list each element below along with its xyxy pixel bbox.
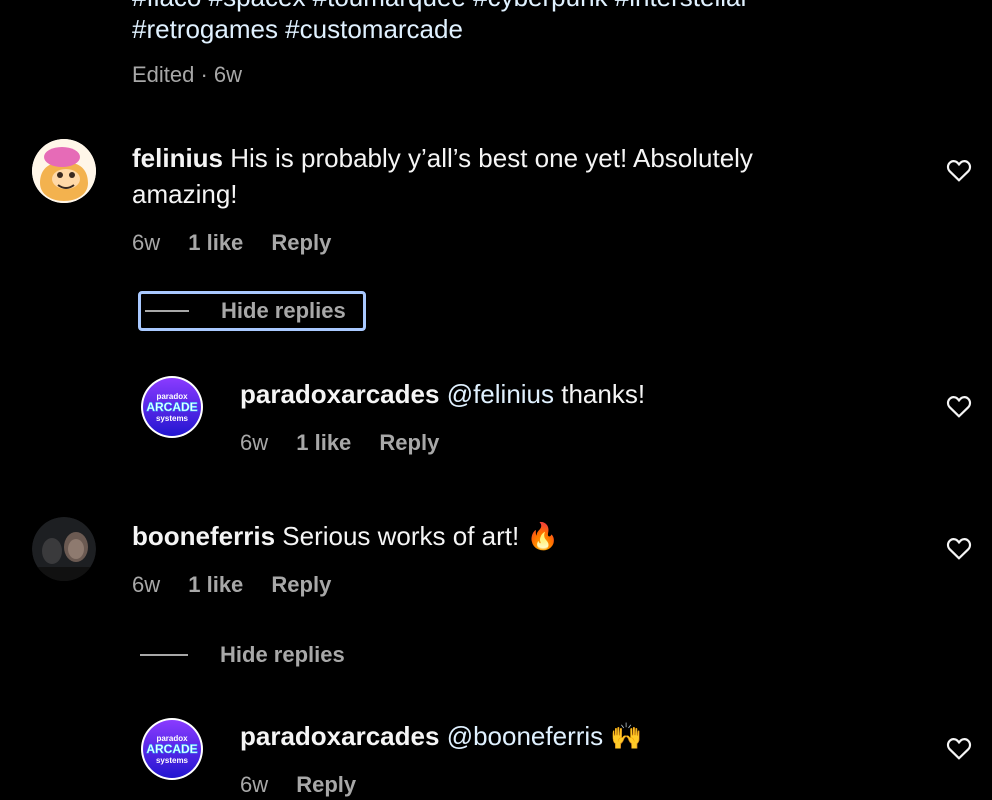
svg-text:systems: systems: [156, 756, 189, 765]
reply-button[interactable]: Reply: [271, 572, 331, 597]
comment-meta: 6w 1 like Reply: [132, 572, 353, 598]
reply-button[interactable]: Reply: [296, 772, 356, 797]
comment-text: Serious works of art!: [282, 521, 520, 551]
fire-emoji-icon: 🔥: [526, 521, 559, 551]
hashtags-text[interactable]: #retrogames #customarcade: [132, 14, 463, 44]
reply-meta: 6w Reply: [240, 772, 378, 798]
hide-replies-button[interactable]: Hide replies: [138, 291, 366, 331]
hide-replies-label: Hide replies: [221, 298, 346, 323]
avatar-felinius[interactable]: [32, 139, 96, 203]
comment-username[interactable]: felinius: [132, 143, 223, 173]
reply-paradoxarcades: paradoxarcades @felinius thanks!: [240, 376, 920, 412]
svg-text:ARCADE: ARCADE: [146, 742, 197, 756]
avatar-booneferris[interactable]: [32, 517, 96, 581]
like-heart-icon[interactable]: [946, 736, 972, 760]
comment-username[interactable]: booneferris: [132, 521, 275, 551]
comment-text: His is probably y’all’s best one yet! Ab…: [230, 143, 753, 173]
reply-paradoxarcades: paradoxarcades @booneferris 🙌: [240, 718, 920, 754]
comment-time: 6w: [132, 230, 161, 255]
reply-likes[interactable]: 1 like: [296, 430, 351, 455]
reply-text: thanks!: [561, 379, 646, 409]
reply-username[interactable]: paradoxarcades: [240, 379, 439, 409]
hide-replies-button[interactable]: Hide replies: [140, 641, 345, 669]
reply-meta: 6w 1 like Reply: [240, 430, 461, 456]
raised-hands-emoji-icon: 🙌: [610, 721, 643, 751]
paradox-arcade-logo: paradox ARCADE systems: [141, 718, 203, 780]
comment-booneferris: booneferris Serious works of art! 🔥: [132, 518, 912, 554]
caption-edited-meta: Edited · 6w: [132, 62, 243, 87]
mention-link[interactable]: @felinius: [447, 379, 554, 409]
comment-time: 6w: [132, 572, 161, 597]
like-heart-icon[interactable]: [946, 536, 972, 560]
like-heart-icon[interactable]: [946, 394, 972, 418]
photo-avatar-image: [32, 517, 96, 581]
reply-button[interactable]: Reply: [271, 230, 331, 255]
avatar-paradoxarcades[interactable]: paradox ARCADE systems: [140, 717, 204, 781]
svg-text:ARCADE: ARCADE: [146, 400, 197, 414]
divider-line: [140, 654, 188, 656]
divider-line: [145, 310, 189, 312]
comment-likes[interactable]: 1 like: [188, 572, 243, 597]
like-heart-icon[interactable]: [946, 158, 972, 182]
caption-hashtags-line2: #retrogames #customarcade: [132, 14, 463, 45]
reply-time: 6w: [240, 430, 269, 455]
avatar-paradoxarcades[interactable]: paradox ARCADE systems: [140, 375, 204, 439]
comment-felinius: felinius His is probably y’all’s best on…: [132, 140, 912, 212]
reply-username[interactable]: paradoxarcades: [240, 721, 439, 751]
caption-hashtags-line1: #flaco #spacex #toumarquee #cyberpunk #i…: [132, 0, 749, 13]
reply-time: 6w: [240, 772, 269, 797]
cartoon-avatar-image: [32, 139, 96, 203]
comment-meta: 6w 1 like Reply: [132, 230, 353, 256]
hide-replies-label: Hide replies: [220, 642, 345, 667]
comment-likes[interactable]: 1 like: [188, 230, 243, 255]
comment-text-continued: amazing!: [132, 179, 238, 209]
svg-text:systems: systems: [156, 414, 189, 423]
paradox-arcade-logo: paradox ARCADE systems: [141, 376, 203, 438]
mention-link[interactable]: @booneferris: [447, 721, 603, 751]
reply-button[interactable]: Reply: [379, 430, 439, 455]
hashtags-text[interactable]: #flaco #spacex #toumarquee #cyberpunk #i…: [132, 0, 749, 12]
